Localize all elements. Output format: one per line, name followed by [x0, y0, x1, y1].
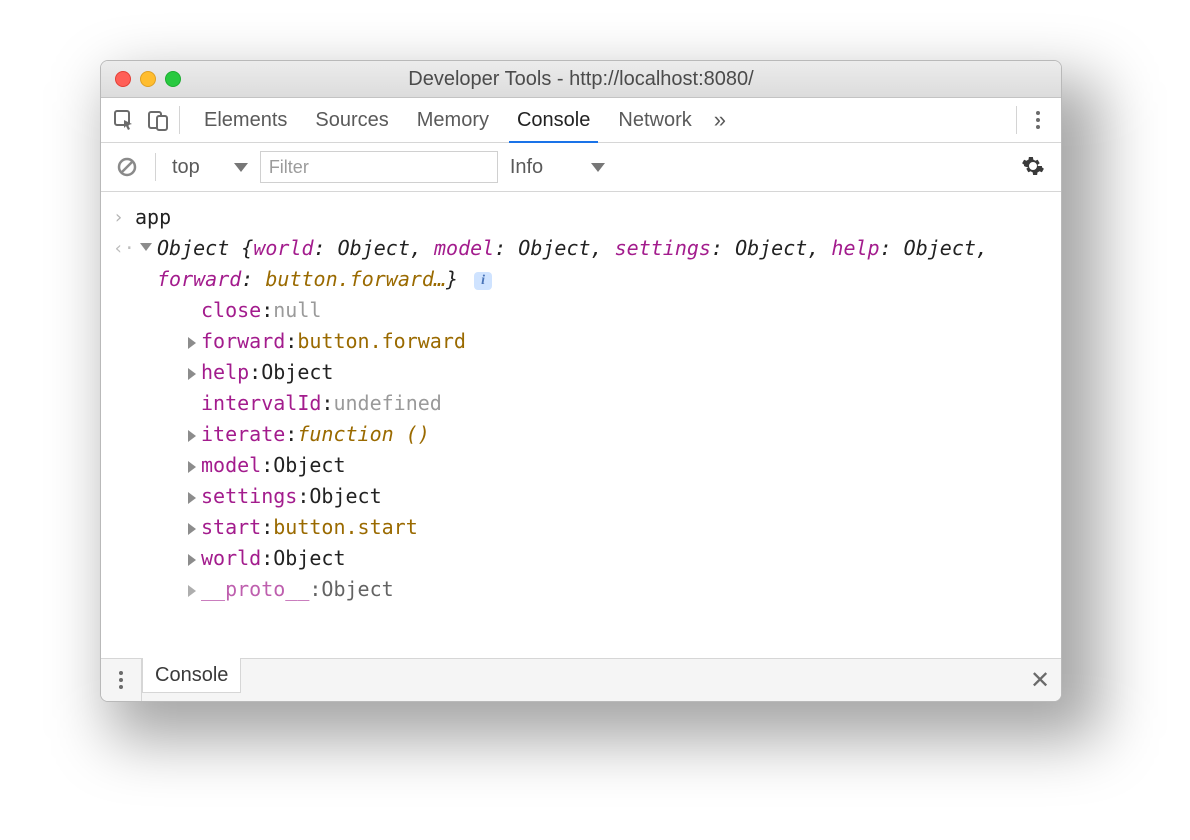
minimize-window-button[interactable] [140, 71, 156, 87]
prop-key: world [201, 543, 261, 574]
zoom-window-button[interactable] [165, 71, 181, 87]
preview-key: forward [157, 267, 241, 291]
preview-val: button.forward… [265, 267, 446, 291]
expand-icon[interactable] [188, 430, 196, 442]
expand-icon[interactable] [188, 554, 196, 566]
prop-val: Object [261, 357, 333, 388]
prop-key: iterate [201, 419, 285, 450]
divider [179, 106, 180, 134]
context-selector[interactable]: top [172, 156, 248, 179]
tab-console[interactable]: Console [503, 98, 604, 142]
property-intervalid[interactable]: intervalId: undefined [183, 388, 1049, 419]
dropdown-icon [591, 163, 605, 172]
property-proto[interactable]: __proto__: Object [183, 574, 1049, 605]
prop-val: Object [309, 481, 381, 512]
property-world[interactable]: world: Object [183, 543, 1049, 574]
prop-key: start [201, 512, 261, 543]
kebab-menu-icon[interactable] [1021, 103, 1055, 137]
console-command: app [135, 202, 171, 233]
drawer-tab-console[interactable]: Console [142, 658, 241, 693]
prop-val: Object [273, 543, 345, 574]
info-icon[interactable]: i [474, 272, 492, 290]
preview-key: help [831, 236, 879, 260]
filter-input[interactable] [260, 151, 498, 183]
expand-icon[interactable] [188, 368, 196, 380]
prop-val: null [273, 295, 321, 326]
drawer: Console ✕ [101, 658, 1061, 701]
prop-key: __proto__ [201, 574, 309, 605]
preview-val: Object [735, 236, 807, 260]
console-toolbar: top Info [101, 143, 1061, 192]
console-output: › app ‹· Object {world: Object, model: O… [101, 192, 1061, 658]
dropdown-icon [234, 163, 248, 172]
log-level-label: Info [510, 156, 543, 179]
divider [1016, 106, 1017, 134]
preview-text: } [446, 267, 458, 291]
property-model[interactable]: model: Object [183, 450, 1049, 481]
prop-key: close [201, 295, 261, 326]
tab-memory[interactable]: Memory [403, 98, 503, 142]
tab-network[interactable]: Network [604, 98, 705, 142]
traffic-lights [101, 71, 181, 87]
console-settings-icon[interactable] [1021, 154, 1047, 180]
tab-elements[interactable]: Elements [190, 98, 301, 142]
main-tabs-row: Elements Sources Memory Console Network … [101, 98, 1061, 143]
preview-key: settings [615, 236, 711, 260]
preview-val: Object [904, 236, 976, 260]
divider [155, 153, 156, 181]
preview-key: world [253, 236, 313, 260]
prop-key: settings [201, 481, 297, 512]
prop-val: button.forward [297, 326, 466, 357]
window-title: Developer Tools - http://localhost:8080/ [101, 68, 1061, 91]
property-help[interactable]: help: Object [183, 357, 1049, 388]
result-icon: ‹· [113, 233, 135, 263]
property-settings[interactable]: settings: Object [183, 481, 1049, 512]
more-tabs-icon[interactable]: » [714, 107, 726, 133]
prop-key: model [201, 450, 261, 481]
expand-icon[interactable] [188, 492, 196, 504]
prop-val: Object [321, 574, 393, 605]
object-preview[interactable]: Object {world: Object, model: Object, se… [157, 233, 1049, 295]
prop-key: intervalId [201, 388, 321, 419]
prop-val: button.start [273, 512, 418, 543]
close-window-button[interactable] [115, 71, 131, 87]
object-properties: close: null forward: button.forward help… [113, 295, 1049, 605]
preview-text: Object { [157, 236, 253, 260]
property-start[interactable]: start: button.start [183, 512, 1049, 543]
prop-val: undefined [333, 388, 441, 419]
object-expand-toggle[interactable] [135, 233, 157, 251]
preview-val: Object [518, 236, 590, 260]
preview-key: model [434, 236, 494, 260]
window-titlebar: Developer Tools - http://localhost:8080/ [101, 61, 1061, 98]
tab-sources[interactable]: Sources [301, 98, 402, 142]
panel-tabs: Elements Sources Memory Console Network [190, 98, 706, 142]
prop-val: Object [273, 450, 345, 481]
property-close[interactable]: close: null [183, 295, 1049, 326]
expand-icon[interactable] [188, 461, 196, 473]
preview-val: Object [338, 236, 410, 260]
log-level-selector[interactable]: Info [510, 156, 605, 179]
prompt-icon: › [113, 202, 135, 232]
property-forward[interactable]: forward: button.forward [183, 326, 1049, 357]
drawer-menu-icon[interactable] [101, 659, 142, 701]
inspect-element-icon[interactable] [107, 103, 141, 137]
expand-icon[interactable] [188, 337, 196, 349]
drawer-close-icon[interactable]: ✕ [1019, 659, 1061, 701]
expand-icon[interactable] [188, 523, 196, 535]
context-selector-label: top [172, 156, 200, 179]
device-toolbar-icon[interactable] [141, 103, 175, 137]
prop-val: function () [297, 419, 429, 450]
property-iterate[interactable]: iterate: function () [183, 419, 1049, 450]
prop-key: help [201, 357, 249, 388]
expand-icon[interactable] [188, 585, 196, 597]
devtools-window: Developer Tools - http://localhost:8080/… [100, 60, 1062, 702]
prop-key: forward [201, 326, 285, 357]
clear-console-icon[interactable] [115, 155, 139, 179]
